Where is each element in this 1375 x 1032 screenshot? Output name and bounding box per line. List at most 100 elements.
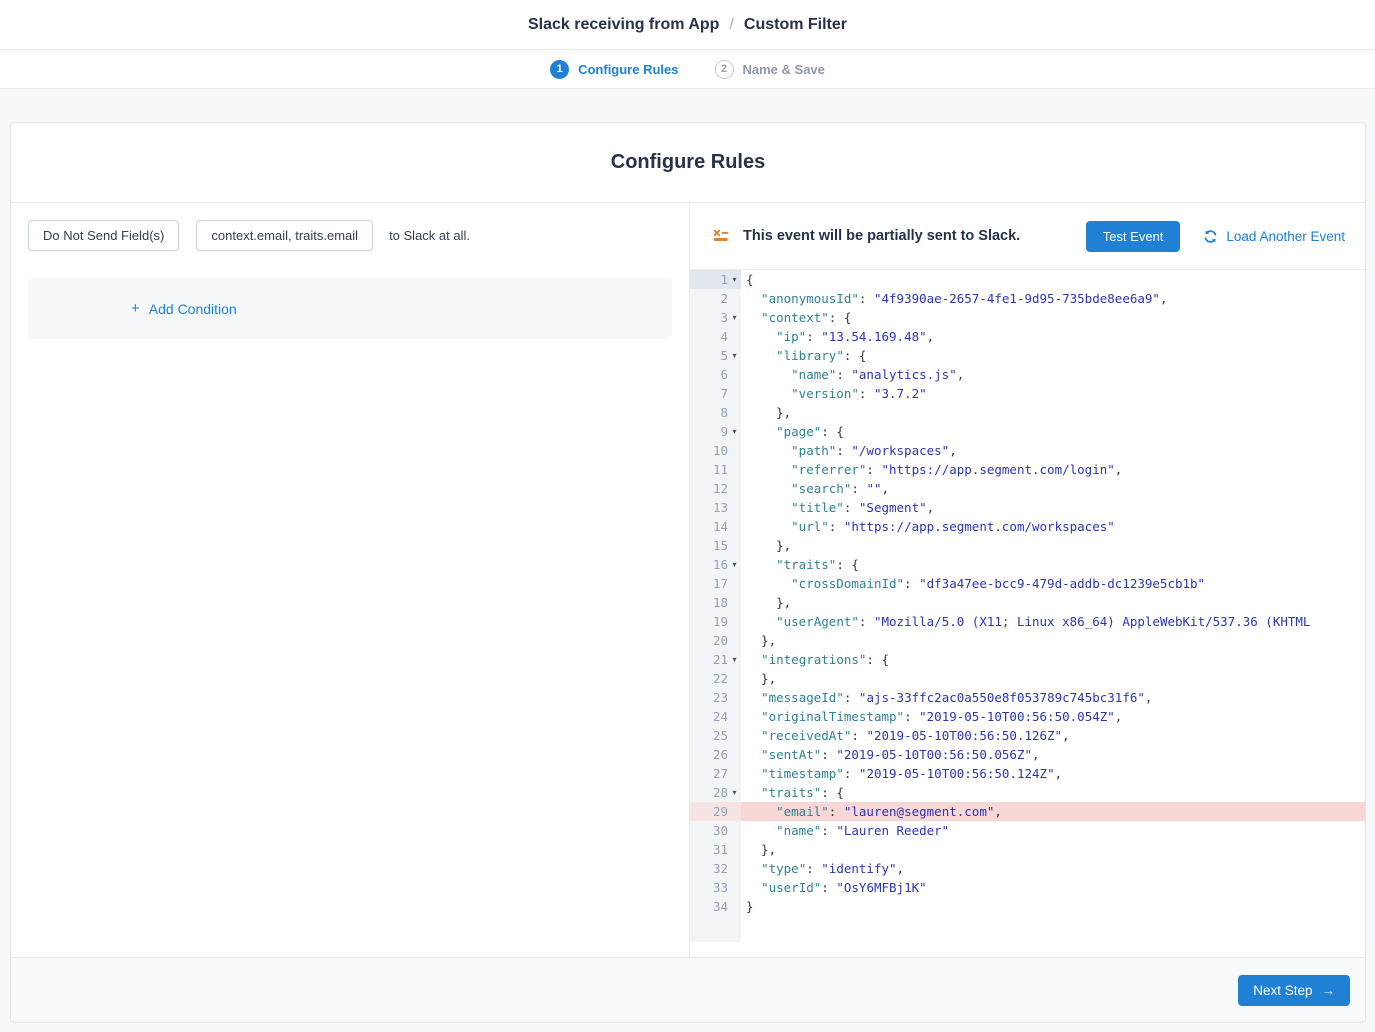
line-number: 9▾ [690,422,741,441]
code-line[interactable]: 33 "userId": "OsY6MFBj1K" [690,878,1365,897]
step2-badge: 2 [715,60,734,79]
line-number: 13 [690,498,741,517]
code-line[interactable]: 5▾ "library": { [690,346,1365,365]
line-number: 6 [690,365,741,384]
breadcrumb-parent[interactable]: Slack receiving from App [528,16,719,34]
line-number: 29 [690,802,741,821]
condition-suffix-text: to Slack at all. [389,228,470,243]
action-selector[interactable]: Do Not Send Field(s) [28,220,179,251]
code-line[interactable]: 16▾ "traits": { [690,555,1365,574]
event-header: This event will be partially sent to Sla… [690,203,1365,269]
test-event-button[interactable]: Test Event [1086,221,1181,252]
line-number: 34 [690,897,741,916]
line-number: 3▾ [690,308,741,327]
card-title: Configure Rules [11,123,1365,203]
step1-badge: 1 [550,60,569,79]
add-condition-container: + Add Condition [28,278,672,339]
fold-toggle-icon[interactable]: ▾ [728,308,741,327]
step-name-and-save[interactable]: 2 Name & Save [715,60,825,79]
code-line[interactable]: 8 }, [690,403,1365,422]
code-line[interactable]: 19 "userAgent": "Mozilla/5.0 (X11; Linux… [690,612,1365,631]
partial-send-icon [712,227,730,245]
code-line[interactable]: 34} [690,897,1365,916]
next-step-button[interactable]: Next Step → [1238,975,1350,1006]
app-header: Slack receiving from App / Custom Filter [0,0,1375,50]
code-line[interactable]: 6 "name": "analytics.js", [690,365,1365,384]
breadcrumb-separator: / [729,16,733,34]
code-line[interactable]: 25 "receivedAt": "2019-05-10T00:56:50.12… [690,726,1365,745]
line-number: 32 [690,859,741,878]
fold-toggle-icon[interactable]: ▾ [728,783,741,802]
step-wizard: 1 Configure Rules 2 Name & Save [0,50,1375,89]
plus-icon: + [131,300,140,317]
line-number: 23 [690,688,741,707]
refresh-icon [1203,229,1218,244]
code-line[interactable]: 29 "email": "lauren@segment.com", [690,802,1365,821]
code-line[interactable]: 17 "crossDomainId": "df3a47ee-bcc9-479d-… [690,574,1365,593]
code-line[interactable]: 27 "timestamp": "2019-05-10T00:56:50.124… [690,764,1365,783]
line-number: 16▾ [690,555,741,574]
next-step-label: Next Step [1253,983,1312,998]
line-number: 20 [690,631,741,650]
code-line[interactable]: 22 }, [690,669,1365,688]
rule-builder-panel: Do Not Send Field(s) context.email, trai… [11,203,690,957]
fold-toggle-icon[interactable]: ▾ [728,270,741,289]
load-another-event-label: Load Another Event [1226,229,1345,244]
code-line[interactable]: 9▾ "page": { [690,422,1365,441]
code-line[interactable]: 7 "version": "3.7.2" [690,384,1365,403]
code-line[interactable]: 3▾ "context": { [690,308,1365,327]
code-line[interactable]: 4 "ip": "13.54.169.48", [690,327,1365,346]
fold-toggle-icon[interactable]: ▾ [728,422,741,441]
condition-sentence: Do Not Send Field(s) context.email, trai… [28,220,672,251]
code-line[interactable]: 15 }, [690,536,1365,555]
line-number: 31 [690,840,741,859]
step1-label: Configure Rules [578,62,678,77]
code-line[interactable]: 12 "search": "", [690,479,1365,498]
code-line[interactable]: 1▾{ [690,270,1365,289]
step-configure-rules[interactable]: 1 Configure Rules [550,60,678,79]
code-line[interactable]: 23 "messageId": "ajs-33ffc2ac0a550e8f053… [690,688,1365,707]
fields-selector[interactable]: context.email, traits.email [196,220,373,251]
code-line[interactable]: 10 "path": "/workspaces", [690,441,1365,460]
line-number: 30 [690,821,741,840]
fold-toggle-icon[interactable]: ▾ [728,346,741,365]
line-number: 19 [690,612,741,631]
editor-filler [690,916,1365,942]
code-line[interactable]: 31 }, [690,840,1365,859]
code-line[interactable]: 13 "title": "Segment", [690,498,1365,517]
line-number: 24 [690,707,741,726]
code-line[interactable]: 24 "originalTimestamp": "2019-05-10T00:5… [690,707,1365,726]
load-another-event-link[interactable]: Load Another Event [1203,229,1345,244]
line-number: 22 [690,669,741,688]
gutter-filler [690,916,741,942]
fold-toggle-icon[interactable]: ▾ [728,650,741,669]
line-number: 18 [690,593,741,612]
line-number: 5▾ [690,346,741,365]
page-background: Configure Rules Do Not Send Field(s) con… [0,89,1375,1023]
json-event-editor[interactable]: 1▾{2 "anonymousId": "4f9390ae-2657-4fe1-… [690,269,1365,942]
code-line[interactable]: 2 "anonymousId": "4f9390ae-2657-4fe1-9d9… [690,289,1365,308]
line-number: 10 [690,441,741,460]
fold-toggle-icon[interactable]: ▾ [728,555,741,574]
code-line[interactable]: 32 "type": "identify", [690,859,1365,878]
line-number: 7 [690,384,741,403]
breadcrumb-current: Custom Filter [744,16,847,34]
code-line[interactable]: 30 "name": "Lauren Reeder" [690,821,1365,840]
line-number: 33 [690,878,741,897]
line-number: 1▾ [690,270,741,289]
code-line[interactable]: 28▾ "traits": { [690,783,1365,802]
code-line[interactable]: 21▾ "integrations": { [690,650,1365,669]
code-line[interactable]: 11 "referrer": "https://app.segment.com/… [690,460,1365,479]
add-condition-label: Add Condition [149,301,237,317]
line-number: 14 [690,517,741,536]
code-lines: 1▾{2 "anonymousId": "4f9390ae-2657-4fe1-… [690,270,1365,942]
code-line[interactable]: 14 "url": "https://app.segment.com/works… [690,517,1365,536]
code-line[interactable]: 18 }, [690,593,1365,612]
line-number: 28▾ [690,783,741,802]
code-line[interactable]: 20 }, [690,631,1365,650]
line-number: 2 [690,289,741,308]
line-number: 26 [690,745,741,764]
add-condition-button[interactable]: + Add Condition [131,300,237,317]
code-line[interactable]: 26 "sentAt": "2019-05-10T00:56:50.056Z", [690,745,1365,764]
line-number: 8 [690,403,741,422]
